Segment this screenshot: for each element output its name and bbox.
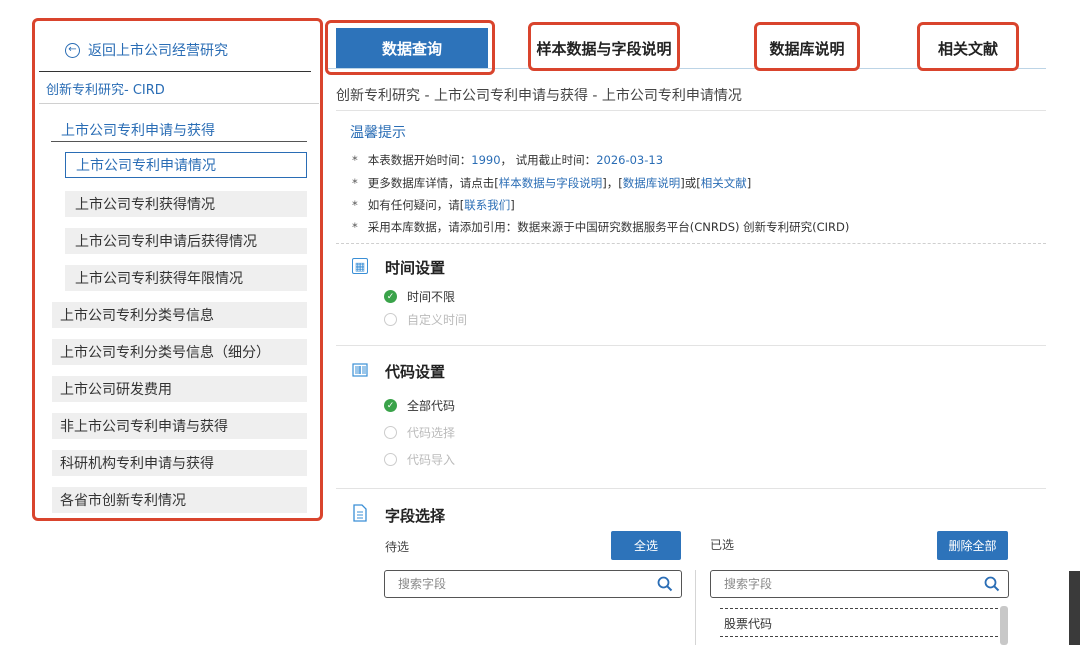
selected-list-scrollbar[interactable] (1000, 606, 1008, 645)
tip-link-db-description[interactable]: 数据库说明 (623, 176, 681, 190)
pending-search-input[interactable] (398, 577, 638, 591)
sidebar: ← 返回上市公司经营研究 创新专利研究- CIRD 上市公司专利申请与获得 上市… (32, 18, 323, 521)
highlight-box (917, 22, 1019, 71)
select-all-button[interactable]: 全选 (611, 531, 681, 560)
list-divider (720, 608, 998, 609)
breadcrumb: 创新专利研究 - 上市公司专利申请与获得 - 上市公司专利申请情况 (336, 88, 742, 104)
document-icon (352, 504, 368, 522)
sidebar-item-classification-detail[interactable]: 上市公司专利分类号信息（细分） (52, 339, 307, 365)
tip-line-dates: * 本表数据开始时间：1990， 试用截止时间：2026-03-13 (352, 153, 664, 167)
selected-search-box (710, 570, 1009, 598)
sidebar-subitem-apply-status[interactable]: 上市公司专利申请情况 (65, 152, 307, 178)
sidebar-divider (39, 71, 311, 72)
sidebar-item-classification[interactable]: 上市公司专利分类号信息 (52, 302, 307, 328)
database-name: 创新专利研究- CIRD (46, 83, 165, 98)
code-settings-title: 代码设置 (385, 363, 446, 381)
selected-search-input[interactable] (724, 577, 964, 591)
sidebar-divider (39, 103, 319, 104)
pending-label: 待选 (385, 540, 410, 554)
tip-link-contact-us[interactable]: 联系我们 (464, 198, 510, 212)
sidebar-item-rd-expense[interactable]: 上市公司研发费用 (52, 376, 307, 402)
list-divider (720, 636, 998, 637)
time-settings-title: 时间设置 (385, 259, 446, 277)
section-divider (336, 488, 1046, 489)
selected-label: 已选 (710, 538, 735, 552)
tip-line-citation: * 采用本库数据，请添加引用：数据来源于中国研究数据服务平台(CNRDS) 创新专… (352, 220, 850, 234)
start-year: 1990 (471, 153, 501, 167)
highlight-box (528, 22, 680, 71)
tip-line-details: * 更多数据库详情，请点击[样本数据与字段说明]，[数据库说明]或[相关文献] (352, 176, 752, 190)
back-arrow-icon: ← (65, 42, 80, 58)
barcode-icon (352, 362, 368, 378)
radio-time-custom[interactable]: 自定义时间 (384, 311, 467, 328)
tips-title: 温馨提示 (350, 125, 406, 141)
tip-link-literature[interactable]: 相关文献 (701, 176, 747, 190)
breadcrumb-divider (336, 110, 1046, 111)
trial-end-date: 2026-03-13 (596, 153, 664, 167)
dark-edge-panel (1069, 571, 1080, 645)
sidebar-subitem-grant-status[interactable]: 上市公司专利获得情况 (65, 191, 307, 217)
radio-code-import[interactable]: 代码导入 (384, 451, 455, 468)
selected-field-item[interactable]: 股票代码 (724, 615, 772, 632)
pending-search-box (384, 570, 682, 598)
sidebar-item-unlisted-patent[interactable]: 非上市公司专利申请与获得 (52, 413, 307, 439)
sidebar-subitem-grant-years[interactable]: 上市公司专利获得年限情况 (65, 265, 307, 291)
back-link-label: 返回上市公司经营研究 (88, 43, 228, 59)
sidebar-divider (51, 141, 307, 142)
sidebar-subitem-apply-then-grant[interactable]: 上市公司专利申请后获得情况 (65, 228, 307, 254)
back-link[interactable]: ← 返回上市公司经营研究 (65, 39, 228, 61)
highlight-box (754, 22, 860, 71)
field-select-title: 字段选择 (385, 507, 446, 525)
search-icon[interactable] (657, 576, 673, 592)
delete-all-button[interactable]: 删除全部 (937, 531, 1008, 560)
sidebar-item-province-patent[interactable]: 各省市创新专利情况 (52, 487, 307, 513)
tip-link-sample-data[interactable]: 样本数据与字段说明 (499, 176, 603, 190)
check-icon: ✓ (384, 290, 397, 303)
radio-code-select[interactable]: 代码选择 (384, 424, 455, 441)
radio-time-unlimited[interactable]: ✓ 时间不限 (384, 288, 455, 305)
radio-code-all[interactable]: ✓ 全部代码 (384, 397, 455, 414)
sidebar-item-research-inst-patent[interactable]: 科研机构专利申请与获得 (52, 450, 307, 476)
highlight-box (325, 20, 495, 75)
sidebar-section-patent-apply[interactable]: 上市公司专利申请与获得 (61, 120, 215, 140)
check-icon: ✓ (384, 399, 397, 412)
search-icon[interactable] (984, 576, 1000, 592)
section-divider (336, 345, 1046, 346)
column-divider (695, 570, 696, 645)
section-divider (336, 243, 1046, 244)
clock-settings-icon: ▦ (352, 258, 368, 274)
tip-line-contact: * 如有任何疑问，请[联系我们] (352, 198, 515, 212)
